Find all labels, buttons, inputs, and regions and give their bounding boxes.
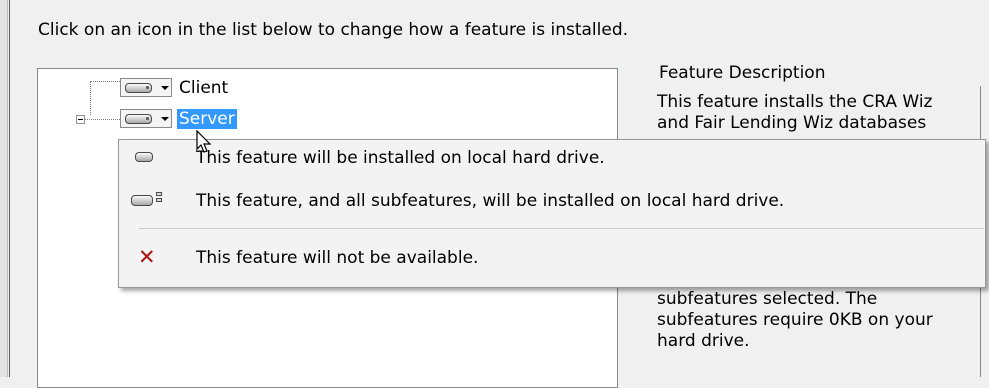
menu-separator [139, 228, 984, 229]
hard-drive-icon [125, 83, 152, 93]
menu-item-not-available[interactable]: ✕ This feature will not be available. [119, 244, 985, 278]
hard-drive-subfeatures-icon [131, 195, 153, 206]
feature-description-text-bottom: subfeatures selected. The subfeatures re… [657, 289, 933, 351]
collapse-toggle-server[interactable] [76, 115, 85, 124]
feature-description-text: This feature installs the CRA Wiz and Fa… [657, 92, 933, 133]
tree-connector-vertical [90, 81, 91, 115]
tree-connector-server [85, 119, 120, 120]
window-left-edge [0, 0, 8, 377]
menu-item-label: This feature will not be available. [196, 248, 479, 268]
hard-drive-icon [135, 152, 153, 162]
hard-drive-icon [125, 114, 152, 124]
tree-connector-client [91, 81, 120, 82]
menu-item-label: This feature will be installed on local … [196, 148, 605, 168]
install-options-menu: This feature will be installed on local … [118, 139, 986, 288]
chevron-down-icon [161, 86, 169, 90]
tree-item-server[interactable]: Server [177, 109, 237, 129]
red-x-icon: ✕ [138, 245, 156, 269]
chevron-down-icon [161, 117, 169, 121]
window-left-border [9, 0, 10, 377]
instruction-text: Click on an icon in the list below to ch… [38, 20, 629, 40]
menu-item-install-all-local[interactable]: This feature, and all subfeatures, will … [119, 187, 985, 221]
mouse-pointer-icon [196, 130, 212, 153]
tree-item-client[interactable]: Client [179, 78, 228, 98]
server-install-dropdown[interactable] [120, 109, 172, 128]
feature-description-title: Feature Description [659, 63, 826, 83]
menu-item-label: This feature, and all subfeatures, will … [196, 191, 785, 211]
subfeatures-icon [156, 192, 162, 208]
client-install-dropdown[interactable] [120, 78, 172, 97]
menu-item-install-local[interactable]: This feature will be installed on local … [119, 144, 985, 178]
